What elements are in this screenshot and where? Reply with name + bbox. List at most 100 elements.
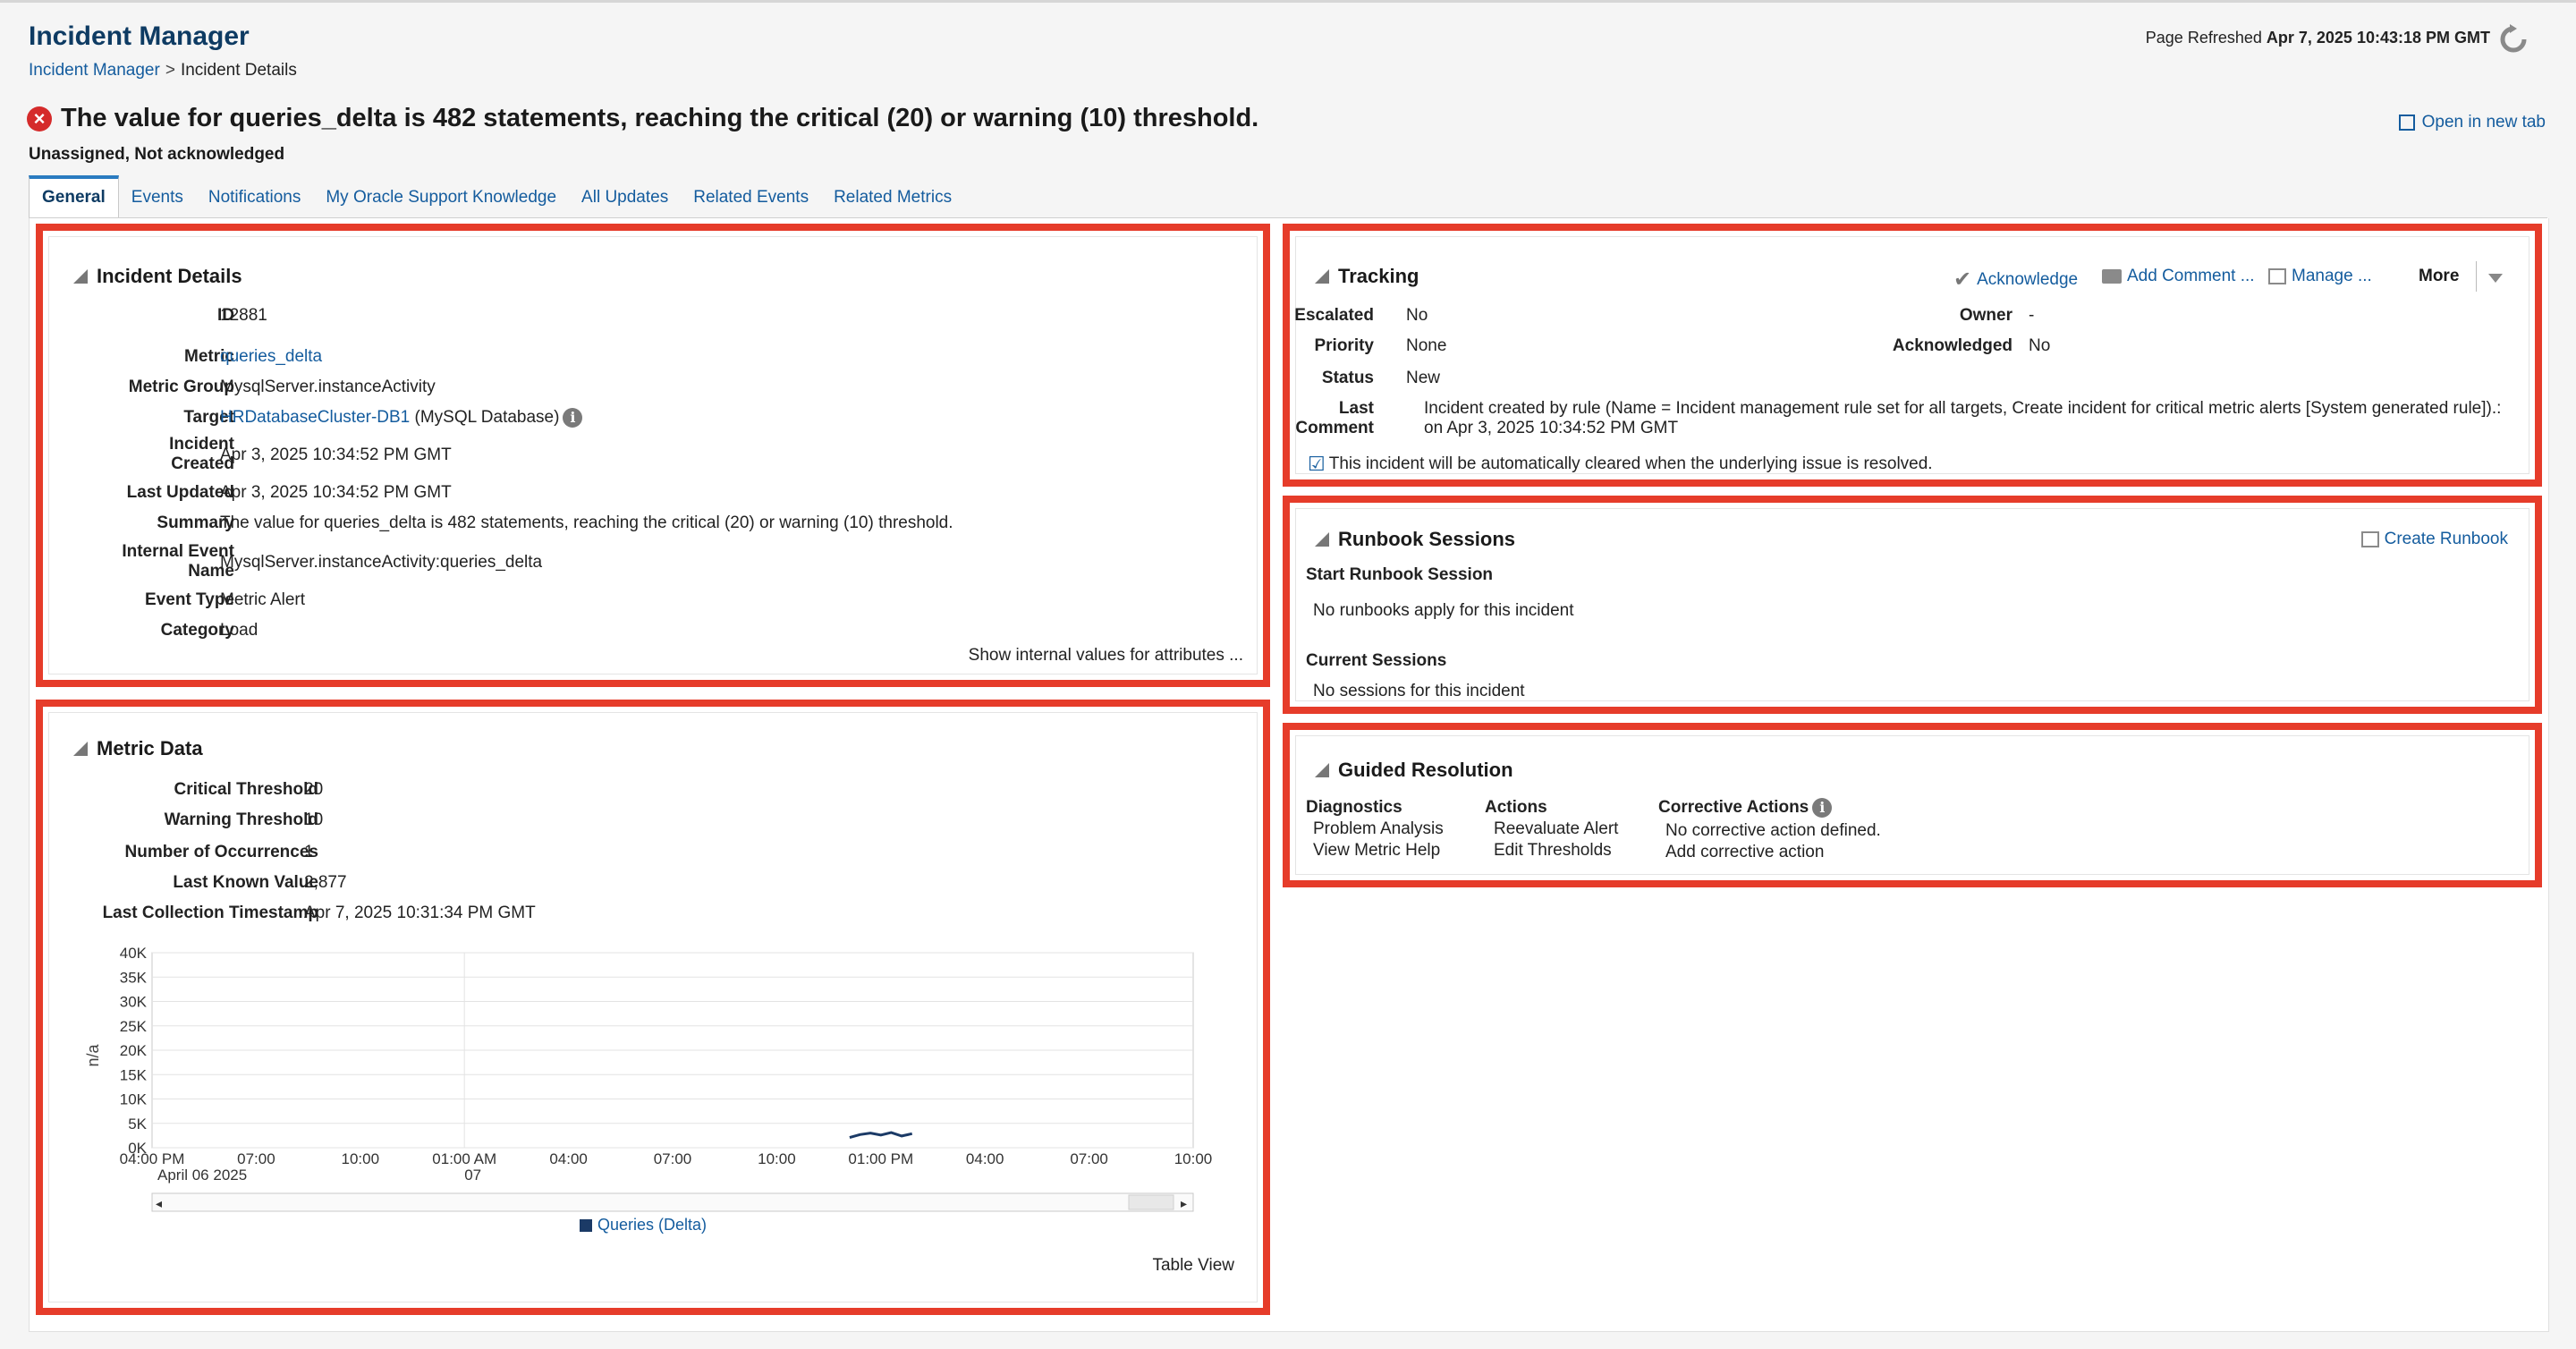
incident-details-header[interactable]: Incident Details bbox=[73, 265, 242, 288]
last-updated-value: Apr 3, 2025 10:34:52 PM GMT bbox=[220, 483, 452, 502]
more-menu-button[interactable]: More bbox=[2419, 267, 2459, 286]
problem-analysis-link[interactable]: Problem Analysis bbox=[1313, 819, 1444, 839]
incident-details-panel: Incident Details ID 12881 Metric queries… bbox=[36, 224, 1270, 687]
y-axis-ticks: 0K5K10K15K20K25K30K35K40K bbox=[120, 945, 148, 1157]
target-link[interactable]: HRDatabaseCluster-DB1 bbox=[220, 408, 410, 427]
chevron-down-icon[interactable] bbox=[2488, 274, 2503, 283]
x-tick-label: 01:00 PM bbox=[848, 1150, 913, 1167]
y-tick-label: 25K bbox=[120, 1018, 148, 1035]
current-sessions-label: Current Sessions bbox=[1306, 651, 1447, 670]
edit-icon bbox=[2268, 268, 2286, 284]
reevaluate-alert-link[interactable]: Reevaluate Alert bbox=[1494, 819, 1618, 839]
incident-status-subhead: Unassigned, Not acknowledged bbox=[29, 145, 285, 164]
table-view-link[interactable]: Table View bbox=[1152, 1256, 1234, 1276]
checkmark-icon: ✔ bbox=[1953, 267, 1972, 292]
breadcrumb: Incident Manager > Incident Details bbox=[29, 61, 297, 81]
status-value: New bbox=[1406, 369, 1441, 387]
target-type: (MySQL Database) bbox=[414, 408, 560, 428]
diagnostics-label: Diagnostics bbox=[1306, 798, 1402, 817]
app-title: Incident Manager bbox=[29, 21, 250, 51]
add-comment-button[interactable]: Add Comment ... bbox=[2102, 267, 2255, 286]
scroll-right-icon: ▸ bbox=[1181, 1196, 1187, 1210]
last-collection-value: Apr 7, 2025 10:31:34 PM GMT bbox=[304, 904, 536, 922]
y-tick-label: 35K bbox=[120, 969, 148, 986]
tab-my-oracle-support-knowledge[interactable]: My Oracle Support Knowledge bbox=[313, 175, 569, 218]
id-value: 12881 bbox=[220, 306, 267, 325]
y-tick-label: 5K bbox=[128, 1116, 147, 1133]
critical-threshold-label: Critical Threshold bbox=[174, 780, 318, 799]
page-refreshed-time: Apr 7, 2025 10:43:18 PM GMT bbox=[2266, 29, 2490, 47]
warning-threshold-label: Warning Threshold bbox=[164, 810, 318, 829]
y-tick-label: 30K bbox=[120, 994, 148, 1011]
y-tick-label: 40K bbox=[120, 945, 148, 962]
tab-bar: General Events Notifications My Oracle S… bbox=[29, 175, 964, 218]
metric-data-header[interactable]: Metric Data bbox=[73, 737, 203, 760]
y-tick-label: 10K bbox=[120, 1091, 148, 1108]
page-refreshed: Page Refreshed Apr 7, 2025 10:43:18 PM G… bbox=[2145, 29, 2490, 47]
tab-all-updates[interactable]: All Updates bbox=[569, 175, 681, 218]
guided-resolution-header[interactable]: Guided Resolution bbox=[1315, 759, 1513, 782]
incident-headline: × The value for queries_delta is 482 sta… bbox=[27, 104, 1258, 133]
x-tick-label: 10:00 bbox=[342, 1150, 380, 1167]
target-value: HRDatabaseCluster-DB1 (MySQL Database) i bbox=[220, 408, 583, 428]
tab-related-events[interactable]: Related Events bbox=[681, 175, 821, 218]
toolbar-divider bbox=[2476, 261, 2477, 292]
priority-value: None bbox=[1406, 336, 1447, 355]
tracking-panel: Tracking ✔ Acknowledge Add Comment ... M… bbox=[1283, 224, 2542, 487]
legend-label: Queries (Delta) bbox=[597, 1216, 708, 1234]
acknowledge-button[interactable]: ✔ Acknowledge bbox=[1953, 267, 2078, 293]
info-icon[interactable]: i bbox=[563, 408, 583, 428]
actions-label: Actions bbox=[1485, 798, 1547, 817]
create-runbook-icon bbox=[2360, 531, 2379, 547]
create-runbook-button[interactable]: Create Runbook bbox=[2360, 530, 2508, 549]
info-icon[interactable]: i bbox=[1812, 798, 1833, 818]
chart-grid bbox=[151, 952, 1194, 1149]
runbook-sessions-header[interactable]: Runbook Sessions bbox=[1315, 528, 1515, 551]
status-label: Status bbox=[1321, 369, 1374, 387]
last-collection-label: Last Collection Timestamp bbox=[102, 904, 318, 922]
no-sessions-text: No sessions for this incident bbox=[1313, 682, 1525, 700]
runbook-sessions-panel: Runbook Sessions Create Runbook Start Ru… bbox=[1283, 496, 2542, 714]
tab-general[interactable]: General bbox=[29, 175, 119, 218]
tab-events[interactable]: Events bbox=[119, 175, 196, 218]
breadcrumb-separator: > bbox=[165, 61, 175, 80]
collapse-triangle-icon bbox=[73, 742, 88, 756]
acknowledged-label: Acknowledged bbox=[1892, 336, 2012, 355]
critical-threshold-value: 20 bbox=[304, 780, 324, 799]
scroll-left-icon: ◂ bbox=[156, 1196, 162, 1210]
internal-event-name-label: Internal Event Name bbox=[122, 542, 234, 581]
x-tick-label: 04:00 bbox=[549, 1150, 588, 1167]
open-in-new-tab-link[interactable]: Open in new tab bbox=[2398, 113, 2546, 132]
chart-scrollbar[interactable] bbox=[151, 1192, 1194, 1212]
last-comment-label: Last Comment bbox=[1295, 399, 1374, 437]
manage-button[interactable]: Manage ... bbox=[2268, 267, 2372, 286]
chart-scroll-thumb[interactable] bbox=[1128, 1194, 1174, 1210]
tab-notifications[interactable]: Notifications bbox=[196, 175, 314, 218]
metric-chart: 0K5K10K15K20K25K30K35K40K 04:00 PM 07:00 1… bbox=[84, 945, 1212, 1212]
metric-group-value: MysqlServer.instanceActivity bbox=[220, 378, 436, 396]
y-axis-label: n/a bbox=[84, 1044, 102, 1067]
start-runbook-session-label: Start Runbook Session bbox=[1306, 565, 1494, 584]
x-tick-label: 04:00 bbox=[966, 1150, 1004, 1167]
tracking-header[interactable]: Tracking bbox=[1315, 265, 1419, 288]
y-tick-label: 20K bbox=[120, 1042, 148, 1059]
view-metric-help-link[interactable]: View Metric Help bbox=[1313, 841, 1440, 861]
breadcrumb-root-link[interactable]: Incident Manager bbox=[29, 61, 160, 80]
tab-related-metrics[interactable]: Related Metrics bbox=[821, 175, 964, 218]
collapse-triangle-icon bbox=[1315, 269, 1329, 284]
acknowledged-value: No bbox=[2029, 336, 2051, 355]
x-tick-label: 07:00 bbox=[654, 1150, 692, 1167]
no-runbooks-text: No runbooks apply for this incident bbox=[1313, 601, 1574, 620]
show-internal-values-link[interactable]: Show internal values for attributes ... bbox=[969, 646, 1243, 666]
edit-thresholds-link[interactable]: Edit Thresholds bbox=[1494, 841, 1612, 861]
breadcrumb-current: Incident Details bbox=[180, 61, 297, 80]
collapse-triangle-icon bbox=[73, 269, 88, 284]
add-corrective-action-link[interactable]: Add corrective action bbox=[1665, 843, 1824, 862]
chart-legend[interactable]: Queries (Delta) bbox=[580, 1216, 707, 1234]
refresh-icon[interactable] bbox=[2497, 23, 2529, 55]
metric-group-label: Metric Group bbox=[128, 378, 234, 396]
checkbox-checked-icon: ☑ bbox=[1308, 453, 1326, 475]
metric-link[interactable]: queries_delta bbox=[220, 347, 322, 367]
legend-swatch bbox=[580, 1218, 592, 1232]
internal-event-name-value: MysqlServer.instanceActivity:queries_del… bbox=[220, 553, 543, 572]
